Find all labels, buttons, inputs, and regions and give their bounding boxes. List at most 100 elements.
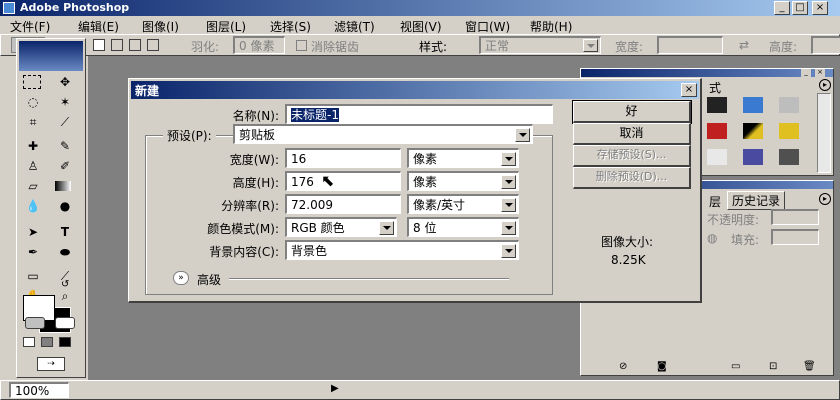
style-swatch[interactable] — [743, 123, 763, 139]
history-brush-tool-icon[interactable]: ✐ — [55, 157, 75, 175]
name-label: 名称(N): — [232, 109, 279, 123]
feather-input[interactable]: 0 像素 — [233, 36, 285, 54]
styles-palette-close-icon[interactable]: _ — [801, 69, 811, 77]
layers-tab[interactable]: 层 — [709, 193, 721, 210]
style-select[interactable]: 正常 — [479, 36, 601, 54]
menu-window[interactable]: 窗口(W) — [465, 18, 510, 35]
zoom-field[interactable]: 100% — [9, 382, 69, 398]
magic-wand-tool-icon[interactable]: ✶ — [55, 93, 75, 111]
lasso-tool-icon[interactable]: ◌ — [23, 93, 43, 111]
status-menu-arrow-icon[interactable]: ▶ — [331, 383, 339, 394]
name-input[interactable]: 未标题-1 — [285, 104, 553, 124]
bit-depth-select[interactable]: 8 位 — [407, 217, 519, 237]
cancel-button[interactable]: 取消 — [573, 123, 691, 145]
menu-layer[interactable]: 图层(L) — [206, 18, 246, 35]
delete-preset-button[interactable]: 删除预设(D)... — [573, 167, 691, 189]
width-label: 宽度: — [615, 40, 644, 54]
save-preset-button[interactable]: 存储预设(S)... — [573, 145, 691, 167]
gradient-tool-icon[interactable] — [55, 181, 71, 191]
pen-tool-icon[interactable]: ✒ — [23, 243, 43, 261]
chevron-down-icon — [501, 152, 516, 166]
healing-brush-tool-icon[interactable]: ✚ — [23, 137, 43, 155]
shape-tool-icon[interactable]: ⬬ — [55, 243, 75, 261]
style-swatch[interactable] — [779, 149, 799, 165]
lock-icon[interactable]: ◍ — [707, 231, 717, 245]
resolution-input[interactable]: 72.009 — [285, 194, 401, 214]
color-mode-select[interactable]: RGB 颜色 — [285, 217, 397, 237]
styles-scrollbar[interactable] — [817, 93, 831, 173]
slice-tool-icon[interactable]: ⟋ — [55, 113, 75, 131]
swap-colors-icon[interactable]: ↺ — [61, 279, 69, 290]
style-swatch[interactable] — [779, 97, 799, 113]
dialog-close-button[interactable]: × — [681, 83, 697, 97]
styles-palette-close2-icon[interactable]: × — [815, 69, 825, 77]
advanced-toggle[interactable]: » — [173, 271, 189, 285]
style-swatch[interactable] — [743, 97, 763, 113]
close-button[interactable]: × — [812, 1, 828, 15]
trash-icon[interactable]: 🗑 — [803, 361, 816, 372]
blur-tool-icon[interactable]: 💧 — [23, 197, 43, 215]
jump-to-imageready-icon[interactable]: ⇢ — [37, 357, 65, 371]
eraser-tool-icon[interactable]: ▱ — [23, 177, 43, 195]
style-swatch[interactable] — [779, 123, 799, 139]
menu-help[interactable]: 帮助(H) — [530, 18, 572, 35]
new-selection-icon[interactable] — [93, 39, 105, 51]
intersect-selection-icon[interactable] — [147, 39, 159, 51]
antialias-label: 消除锯齿 — [311, 40, 360, 54]
quick-mask-standard-icon[interactable] — [25, 317, 45, 329]
height-unit-select[interactable]: 像素 — [407, 171, 519, 191]
style-swatch[interactable] — [707, 123, 727, 139]
new-set-icon[interactable]: ▭ — [731, 361, 740, 372]
style-swatch[interactable] — [743, 149, 763, 165]
type-tool-icon[interactable]: T — [55, 223, 75, 241]
opacity-input[interactable] — [771, 209, 819, 225]
preset-select[interactable]: 剪贴板 — [233, 124, 533, 144]
width-label: 宽度(W): — [229, 153, 279, 167]
height-input[interactable]: 176 — [285, 171, 401, 191]
style-swatch[interactable] — [707, 97, 727, 113]
new-layer-icon[interactable]: ⊡ — [769, 361, 777, 372]
layer-style-icon[interactable]: ⊘ — [619, 361, 627, 372]
menu-view[interactable]: 视图(V) — [400, 18, 442, 35]
menu-image[interactable]: 图像(I) — [142, 18, 179, 35]
history-tab[interactable]: 历史记录 — [727, 191, 786, 210]
styles-tab[interactable]: 式 — [709, 79, 721, 96]
maximize-button[interactable]: □ — [792, 1, 808, 15]
width-input[interactable] — [657, 36, 723, 54]
quick-mask-icon[interactable] — [55, 317, 75, 329]
add-selection-icon[interactable] — [111, 39, 123, 51]
swap-icon[interactable]: ⇄ — [739, 38, 749, 52]
antialias-checkbox[interactable] — [296, 40, 307, 51]
menu-bar: 文件(F) 编辑(E) 图像(I) 图层(L) 选择(S) 滤镜(T) 视图(V… — [0, 16, 840, 34]
menu-select[interactable]: 选择(S) — [270, 18, 311, 35]
layer-mask-icon[interactable]: ◙ — [657, 361, 667, 372]
dialog-titlebar: 新建 × — [131, 81, 699, 99]
menu-filter[interactable]: 滤镜(T) — [334, 18, 375, 35]
burn-tool-icon[interactable]: ● — [55, 197, 75, 215]
move-tool-icon[interactable]: ✥ — [55, 73, 75, 91]
menu-file[interactable]: 文件(F) — [10, 18, 50, 35]
notes-tool-icon[interactable]: ▭ — [23, 267, 43, 285]
crop-tool-icon[interactable]: ⌗ — [23, 113, 43, 131]
brush-tool-icon[interactable]: ✎ — [55, 137, 75, 155]
palette-menu-icon[interactable]: ▸ — [819, 79, 831, 91]
screen-mode-full-icon[interactable] — [59, 337, 71, 347]
width-input[interactable]: 16 — [285, 148, 401, 168]
screen-mode-standard-icon[interactable] — [23, 337, 35, 347]
palette-menu-icon[interactable]: ▸ — [819, 193, 831, 205]
style-swatch[interactable] — [707, 149, 727, 165]
width-unit-select[interactable]: 像素 — [407, 148, 519, 168]
path-select-tool-icon[interactable]: ➤ — [23, 223, 43, 241]
marquee-tool-icon[interactable] — [23, 75, 41, 89]
background-select[interactable]: 背景色 — [285, 240, 519, 260]
fill-input[interactable] — [771, 229, 819, 245]
resolution-unit-select[interactable]: 像素/英寸 — [407, 194, 519, 214]
height-input[interactable] — [811, 36, 840, 54]
clone-stamp-tool-icon[interactable]: ♙ — [23, 157, 43, 175]
menu-edit[interactable]: 编辑(E) — [78, 18, 119, 35]
minimize-button[interactable]: _ — [774, 1, 790, 15]
subtract-selection-icon[interactable] — [129, 39, 141, 51]
ok-button[interactable]: 好 — [572, 100, 692, 124]
screen-mode-menubar-icon[interactable] — [41, 337, 53, 347]
dialog-title: 新建 — [135, 84, 160, 98]
